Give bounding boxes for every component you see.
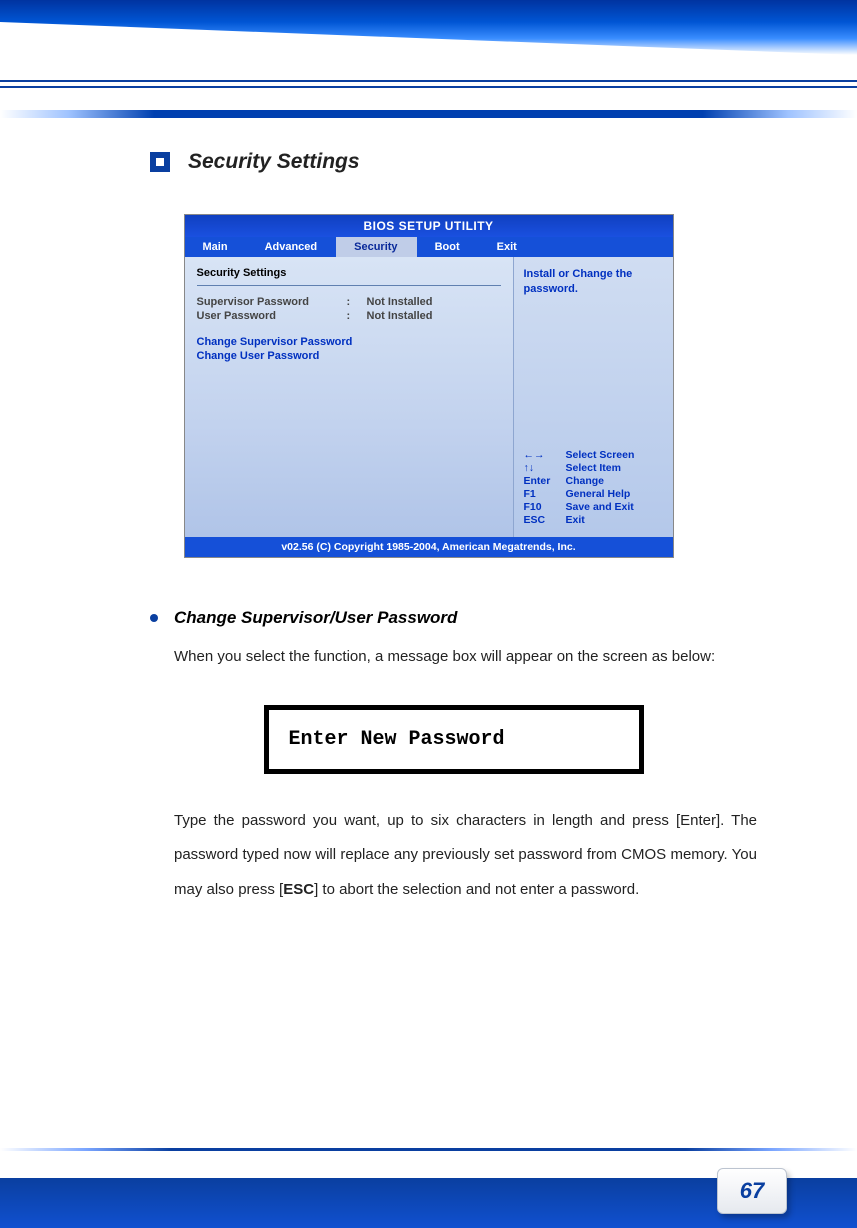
footer-bar: 67 [0, 1178, 857, 1228]
bios-row-supervisor: Supervisor Password : Not Installed [197, 296, 501, 308]
bios-help-text: Install or Change the password. [524, 267, 663, 298]
key-esc: ESC [524, 514, 566, 526]
bios-footer: v02.56 (C) Copyright 1985-2004, American… [185, 537, 673, 557]
body-paragraph: Type the password you want, up to six ch… [174, 804, 757, 908]
bios-tab-security[interactable]: Security [336, 237, 416, 257]
key-desc: Select Screen [566, 449, 635, 461]
bullet-heading: Change Supervisor/User Password [150, 608, 757, 628]
bios-label: Supervisor Password [197, 296, 347, 308]
section-marker-icon [150, 152, 170, 172]
key-desc: Exit [566, 514, 585, 526]
header-line [0, 80, 857, 82]
divider [197, 285, 501, 286]
bios-value: Not Installed [367, 310, 433, 322]
page-number-tab: 67 [717, 1168, 787, 1214]
bios-row-user: User Password : Not Installed [197, 310, 501, 322]
bios-title: BIOS SETUP UTILITY [185, 215, 673, 237]
header-bar [0, 110, 857, 118]
bios-link-change-user[interactable]: Change User Password [197, 350, 501, 362]
key-enter: Enter [524, 475, 566, 487]
page-header [0, 0, 857, 120]
body-paragraph: When you select the function, a message … [174, 640, 757, 675]
key-desc: Save and Exit [566, 501, 634, 513]
bios-key-legend: ←→Select Screen ↑↓Select Item EnterChang… [524, 449, 663, 527]
key-f10: F10 [524, 501, 566, 513]
bullet-dot-icon [150, 614, 158, 622]
header-line [0, 86, 857, 88]
bios-tab-advanced[interactable]: Advanced [247, 237, 337, 257]
bios-tab-exit[interactable]: Exit [479, 237, 536, 257]
bios-tab-boot[interactable]: Boot [417, 237, 479, 257]
page-number: 67 [740, 1178, 764, 1204]
bios-main-panel: Security Settings Supervisor Password : … [185, 257, 513, 537]
bios-label: User Password [197, 310, 347, 322]
bios-screenshot: BIOS SETUP UTILITY Main Advanced Securit… [184, 214, 674, 558]
bios-panel-title: Security Settings [197, 267, 501, 279]
bios-tab-main[interactable]: Main [185, 237, 247, 257]
header-gradient [0, 0, 857, 55]
key-desc: Change [566, 475, 605, 487]
key-f1: F1 [524, 488, 566, 500]
password-prompt-box: Enter New Password [264, 705, 644, 774]
esc-keyword: ESC [283, 881, 314, 898]
footer-line [0, 1148, 857, 1151]
bios-value: Not Installed [367, 296, 433, 308]
key-arrows-lr-icon: ←→ [524, 449, 566, 461]
colon: : [347, 310, 367, 322]
section-title: Security Settings [188, 150, 360, 174]
section-header: Security Settings [150, 150, 777, 174]
bios-tab-bar: Main Advanced Security Boot Exit [185, 237, 673, 257]
page-footer: 67 [0, 1148, 857, 1228]
text-run: ] to abort the selection and not enter a… [314, 881, 639, 898]
bullet-title: Change Supervisor/User Password [174, 608, 457, 628]
key-arrows-ud-icon: ↑↓ [524, 462, 566, 474]
colon: : [347, 296, 367, 308]
key-desc: General Help [566, 488, 631, 500]
bios-help-panel: Install or Change the password. ←→Select… [513, 257, 673, 537]
key-desc: Select Item [566, 462, 621, 474]
bios-link-change-supervisor[interactable]: Change Supervisor Password [197, 336, 501, 348]
